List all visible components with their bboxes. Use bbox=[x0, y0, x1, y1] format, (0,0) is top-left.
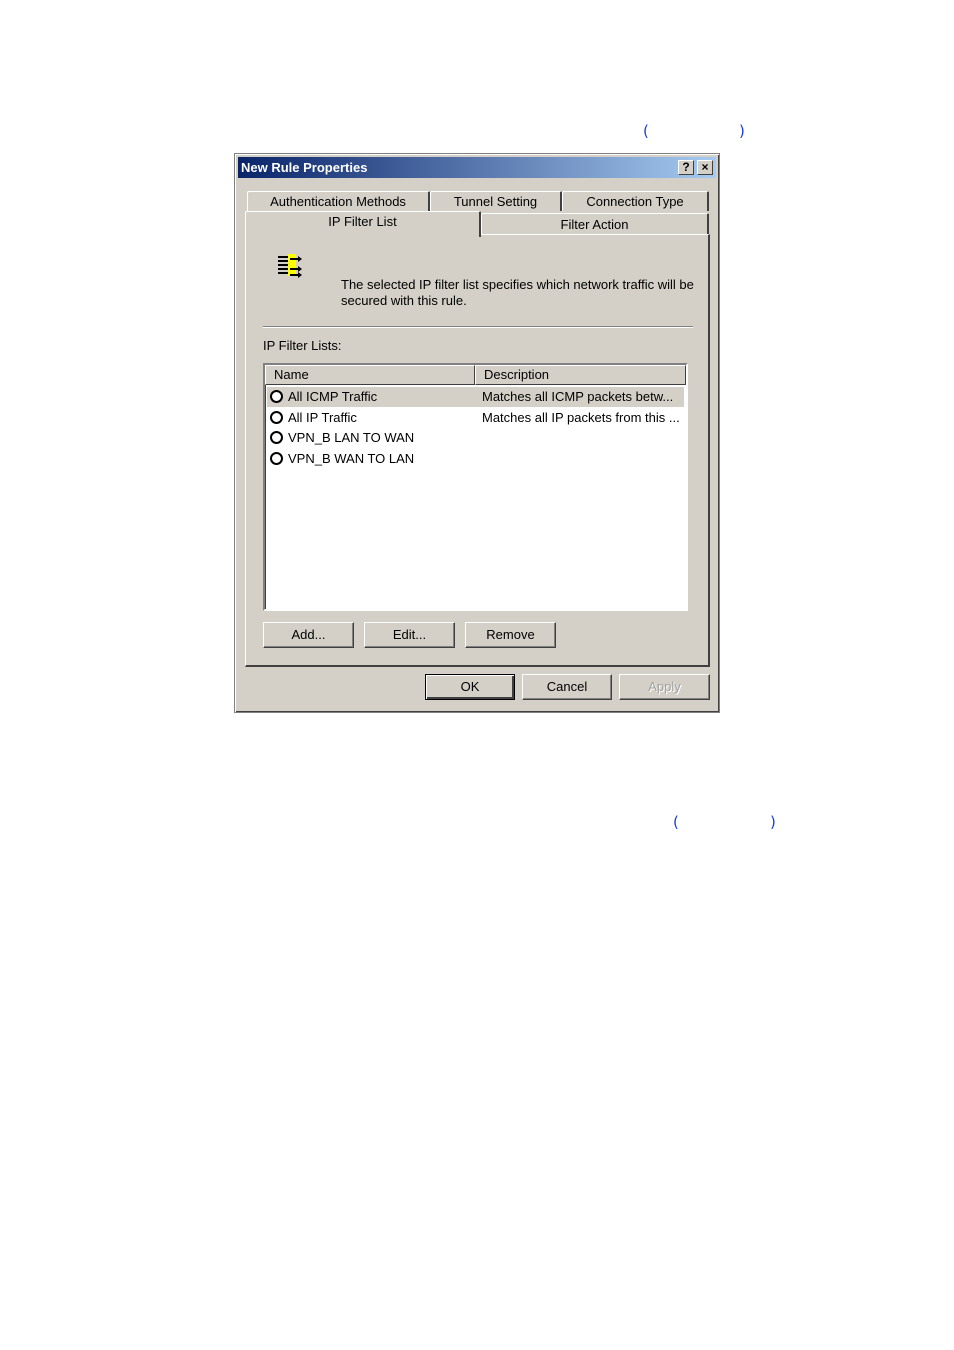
row-name: All IP Traffic bbox=[288, 410, 357, 425]
tab-label: Authentication Methods bbox=[270, 194, 406, 209]
tab-authentication-methods[interactable]: Authentication Methods bbox=[247, 191, 430, 211]
filter-list-icon bbox=[278, 254, 302, 278]
tab-ip-filter-list[interactable]: IP Filter List bbox=[245, 211, 481, 237]
row-description: Matches all ICMP packets betw... bbox=[482, 389, 674, 404]
paren-open-top: ( bbox=[643, 122, 649, 140]
paren-close-top: ) bbox=[739, 122, 745, 140]
ok-button[interactable]: OK bbox=[425, 674, 515, 700]
table-row[interactable]: VPN_B LAN TO WAN bbox=[267, 428, 684, 448]
table-row[interactable]: All IP Traffic Matches all IP packets fr… bbox=[267, 408, 684, 428]
column-header-label: Description bbox=[484, 367, 550, 382]
tab-filter-action[interactable]: Filter Action bbox=[481, 213, 709, 234]
row-name: VPN_B LAN TO WAN bbox=[288, 430, 415, 445]
column-header-label: Name bbox=[274, 367, 309, 382]
radio-button[interactable] bbox=[270, 411, 283, 424]
dialog-title: New Rule Properties bbox=[241, 160, 368, 175]
help-button[interactable]: ? bbox=[678, 160, 694, 175]
tab-tunnel-setting[interactable]: Tunnel Setting bbox=[430, 191, 562, 211]
radio-button[interactable] bbox=[270, 431, 283, 444]
title-bar[interactable]: New Rule Properties ? × bbox=[238, 157, 716, 178]
tab-label: Filter Action bbox=[560, 217, 629, 232]
row-name: All ICMP Traffic bbox=[288, 389, 378, 404]
rule-description: The selected IP filter list specifies wh… bbox=[341, 277, 694, 308]
close-button[interactable]: × bbox=[697, 160, 713, 175]
column-header-name[interactable]: Name bbox=[265, 365, 475, 385]
paren-close-bottom: ) bbox=[770, 813, 776, 831]
ip-filter-list-panel: The selected IP filter list specifies wh… bbox=[245, 234, 710, 667]
cancel-button[interactable]: Cancel bbox=[522, 674, 612, 700]
help-icon: ? bbox=[682, 160, 690, 174]
tab-label: Connection Type bbox=[586, 194, 684, 209]
ip-filter-listview[interactable]: Name Description All ICMP Traffic Matche… bbox=[263, 363, 688, 611]
new-rule-properties-dialog: New Rule Properties ? × Authentication M… bbox=[234, 153, 720, 713]
add-button[interactable]: Add... bbox=[263, 622, 354, 648]
close-icon: × bbox=[701, 160, 709, 174]
row-description: Matches all IP packets from this ... bbox=[482, 410, 680, 425]
apply-button[interactable]: Apply bbox=[619, 674, 710, 700]
edit-button[interactable]: Edit... bbox=[364, 622, 455, 648]
radio-button[interactable] bbox=[270, 452, 283, 465]
row-name: VPN_B WAN TO LAN bbox=[288, 451, 415, 466]
column-header-description[interactable]: Description bbox=[475, 365, 686, 385]
table-row[interactable]: VPN_B WAN TO LAN bbox=[267, 449, 684, 469]
tab-label: Tunnel Setting bbox=[453, 194, 538, 209]
radio-button[interactable] bbox=[270, 390, 283, 403]
table-row[interactable]: All ICMP Traffic Matches all ICMP packet… bbox=[267, 387, 684, 407]
ip-filter-lists-label: IP Filter Lists: bbox=[263, 338, 342, 353]
remove-button[interactable]: Remove bbox=[465, 622, 556, 648]
tab-connection-type[interactable]: Connection Type bbox=[562, 191, 709, 211]
separator bbox=[263, 326, 693, 328]
paren-open-bottom: ( bbox=[673, 813, 679, 831]
tab-label: IP Filter List bbox=[328, 214, 397, 229]
